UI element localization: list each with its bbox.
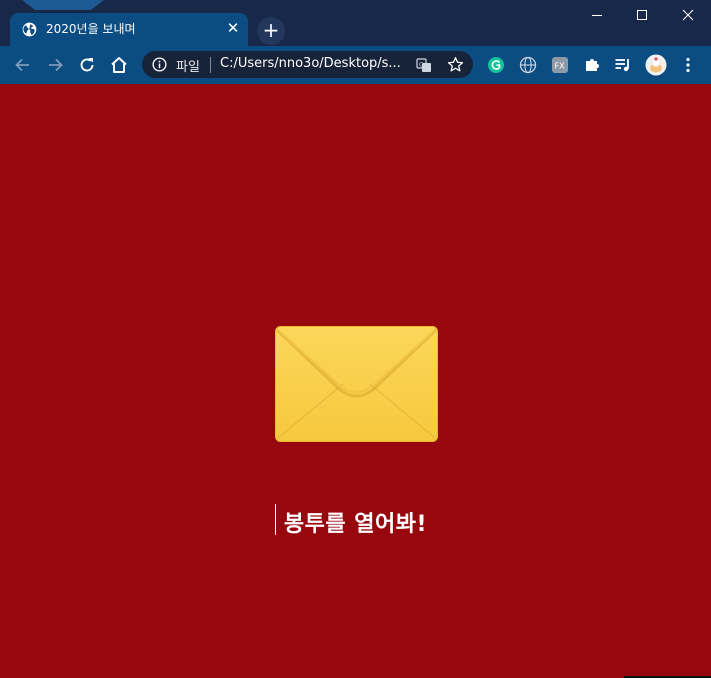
globe-favicon-icon — [22, 22, 37, 37]
tab-title: 2020년을 보내며 — [46, 22, 136, 36]
maximize-button[interactable] — [620, 0, 665, 30]
tab-accent — [22, 0, 104, 10]
profile-avatar-icon[interactable] — [645, 54, 667, 76]
home-icon[interactable] — [109, 55, 129, 75]
envelope-icon[interactable] — [275, 326, 438, 442]
grammar-extension-icon[interactable] — [487, 56, 505, 74]
minimize-button[interactable] — [575, 0, 620, 30]
star-icon[interactable] — [447, 56, 464, 73]
svg-text:FX: FX — [555, 62, 566, 71]
minimize-icon — [592, 14, 602, 16]
tab-close-icon[interactable]: ✕ — [226, 20, 240, 36]
fx-extension-icon[interactable]: FX — [551, 56, 569, 74]
open-envelope-text[interactable]: 봉투를 열어봐! — [0, 506, 711, 538]
media-queue-icon[interactable] — [614, 56, 632, 74]
omnibox-divider — [210, 57, 211, 73]
translate-icon[interactable]: G — [416, 57, 432, 73]
svg-text:G: G — [419, 62, 424, 69]
maximize-icon — [637, 9, 647, 20]
page-content: 봉투를 열어봐! — [0, 84, 711, 678]
scheme-label: 파일 — [176, 60, 200, 75]
puzzle-extension-icon[interactable] — [583, 56, 601, 74]
back-arrow-icon[interactable] — [13, 55, 33, 75]
tab-strip: 2020년을 보내며 ✕ + — [0, 0, 711, 46]
info-icon[interactable] — [152, 57, 167, 72]
forward-arrow-icon[interactable] — [45, 55, 65, 75]
browser-window: 2020년을 보내며 ✕ + 파일 C:/Users/nno3o/Desktop… — [0, 0, 711, 678]
reload-icon[interactable] — [77, 55, 97, 75]
active-tab[interactable]: 2020년을 보내며 ✕ — [10, 13, 248, 46]
new-tab-button[interactable]: + — [257, 17, 285, 45]
globe-extension-icon[interactable] — [519, 56, 537, 74]
browser-toolbar: 파일 C:/Users/nno3o/Desktop/s... G FX — [0, 46, 711, 84]
close-window-button[interactable] — [665, 0, 710, 30]
address-bar[interactable]: 파일 C:/Users/nno3o/Desktop/s... G — [142, 51, 473, 78]
menu-kebab-icon[interactable] — [679, 56, 697, 74]
url-text[interactable]: C:/Users/nno3o/Desktop/s... — [220, 56, 402, 71]
close-icon — [682, 9, 693, 21]
